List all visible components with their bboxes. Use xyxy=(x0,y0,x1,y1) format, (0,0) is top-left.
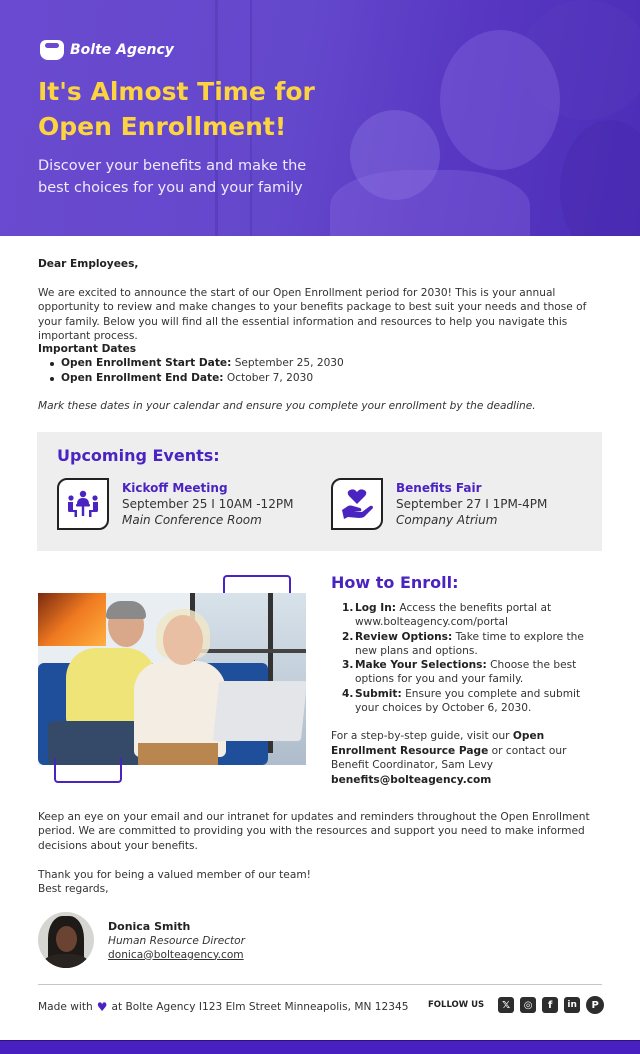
pinterest-icon[interactable]: P xyxy=(586,996,605,1014)
event-location: Company Atrium xyxy=(396,513,498,527)
logo-icon xyxy=(40,40,64,60)
event-name: Benefits Fair xyxy=(396,481,482,495)
intro-paragraph: We are excited to announce the start of … xyxy=(38,287,587,343)
photo-fireplace xyxy=(38,593,106,646)
event-name: Kickoff Meeting xyxy=(122,481,228,495)
hero-banner: Bolte Agency It's Almost Time for Open E… xyxy=(0,0,640,236)
step-label: Make Your Selections: xyxy=(355,659,487,672)
step-label: Review Options: xyxy=(355,630,453,643)
dates-list: Open Enrollment Start Date: September 25… xyxy=(48,356,604,385)
heart-icon: ♥ xyxy=(96,1000,108,1014)
follow-label: FOLLOW US xyxy=(428,1000,485,1010)
couple-photo-block xyxy=(38,575,306,783)
x-icon[interactable]: 𝕏 xyxy=(498,997,515,1013)
hero-subtitle: Discover your benefits and make the best… xyxy=(38,158,307,196)
event-time: September 25 I 10AM -12PM xyxy=(122,497,294,511)
hero-photo-shape xyxy=(330,170,530,236)
benefits-email-link[interactable]: benefits@bolteagency.com xyxy=(331,774,491,786)
hero-photo-shape xyxy=(440,30,560,170)
important-dates: Important Dates Open Enrollment Start Da… xyxy=(38,342,604,385)
enroll-step: 4. Submit: Ensure you complete and submi… xyxy=(331,687,606,716)
step-number: 4. xyxy=(342,687,354,700)
regards-text: Best regards, xyxy=(38,883,109,895)
facebook-icon[interactable]: f xyxy=(542,997,559,1013)
footer-bar xyxy=(0,1040,640,1054)
thanks-text: Thank you for being a valued member of o… xyxy=(38,869,311,881)
greeting: Dear Employees, xyxy=(38,258,139,270)
enroll-step: 2. Review Options: Take time to explore … xyxy=(331,630,606,659)
footer-divider xyxy=(38,984,602,985)
closing-paragraph: Keep an eye on your email and our intran… xyxy=(38,811,590,852)
linkedin-icon[interactable]: in xyxy=(564,997,581,1013)
step-number: 1. xyxy=(342,602,354,614)
guide-text: For a step-by-step guide, visit our Open… xyxy=(331,729,606,787)
upcoming-events-panel: Upcoming Events: Kickoff Meeting Septemb… xyxy=(37,432,602,551)
signature: Donica Smith Human Resource Director don… xyxy=(38,912,245,968)
date-item: Open Enrollment Start Date: September 25… xyxy=(48,356,604,370)
date-label: Open Enrollment End Date: xyxy=(61,371,224,384)
brand-name: Bolte Agency xyxy=(70,42,174,58)
social-links: FOLLOW US 𝕏 ◎ f in P xyxy=(428,996,605,1014)
photo-woman-head xyxy=(163,615,203,665)
event-location: Main Conference Room xyxy=(122,513,262,527)
instagram-icon[interactable]: ◎ xyxy=(520,997,537,1013)
avatar-face xyxy=(56,926,77,952)
enroll-step: 3. Make Your Selections: Choose the best… xyxy=(331,658,606,687)
heart-hand-icon xyxy=(331,478,383,530)
enroll-step: 1. Log In: Access the benefits portal at… xyxy=(331,601,606,630)
hero-title: It's Almost Time for Open Enrollment! xyxy=(38,77,315,141)
decorative-bracket xyxy=(54,758,122,783)
date-value: October 7, 2030 xyxy=(226,371,314,384)
date-value: September 25, 2030 xyxy=(234,357,344,370)
hero-photo-shape xyxy=(560,120,640,236)
guide-prefix: For a step-by-step guide, visit our xyxy=(331,730,513,743)
signer-name: Donica Smith xyxy=(108,919,191,933)
event-benefits-fair: Benefits Fair September 27 I 1PM-4PM Com… xyxy=(331,478,547,530)
events-title: Upcoming Events: xyxy=(57,446,220,465)
signer-role: Human Resource Director xyxy=(108,934,246,947)
enroll-title: How to Enroll: xyxy=(331,573,459,592)
photo-woman-pants xyxy=(138,743,218,765)
step-label: Submit: xyxy=(355,687,402,700)
made-suffix: at Bolte Agency I123 Elm Street Minneapo… xyxy=(111,1001,409,1013)
avatar-body xyxy=(44,954,88,968)
meeting-icon xyxy=(57,478,109,530)
step-number: 2. xyxy=(342,630,354,643)
step-number: 3. xyxy=(342,659,354,672)
reminder-text: Mark these dates in your calendar and en… xyxy=(38,400,536,412)
dates-title: Important Dates xyxy=(38,343,137,355)
enroll-steps: 1. Log In: Access the benefits portal at… xyxy=(331,601,606,715)
how-to-enroll: How to Enroll: 1. Log In: Access the ben… xyxy=(331,572,606,787)
photo-man-hair xyxy=(106,601,146,619)
event-kickoff-meeting: Kickoff Meeting September 25 I 10AM -12P… xyxy=(57,478,293,530)
made-prefix: Made with xyxy=(38,1001,93,1013)
avatar xyxy=(38,912,94,968)
date-label: Open Enrollment Start Date: xyxy=(61,357,232,370)
step-label: Log In: xyxy=(355,602,397,614)
brand-logo[interactable]: Bolte Agency xyxy=(40,40,174,60)
photo-laptop xyxy=(212,681,306,741)
date-item: Open Enrollment End Date: October 7, 203… xyxy=(48,371,604,385)
couple-photo xyxy=(38,593,306,765)
footer-address: Made with ♥ at Bolte Agency I123 Elm Str… xyxy=(38,1000,409,1014)
event-time: September 27 I 1PM-4PM xyxy=(396,497,548,511)
signer-email-link[interactable]: donica@bolteagency.com xyxy=(108,948,245,962)
